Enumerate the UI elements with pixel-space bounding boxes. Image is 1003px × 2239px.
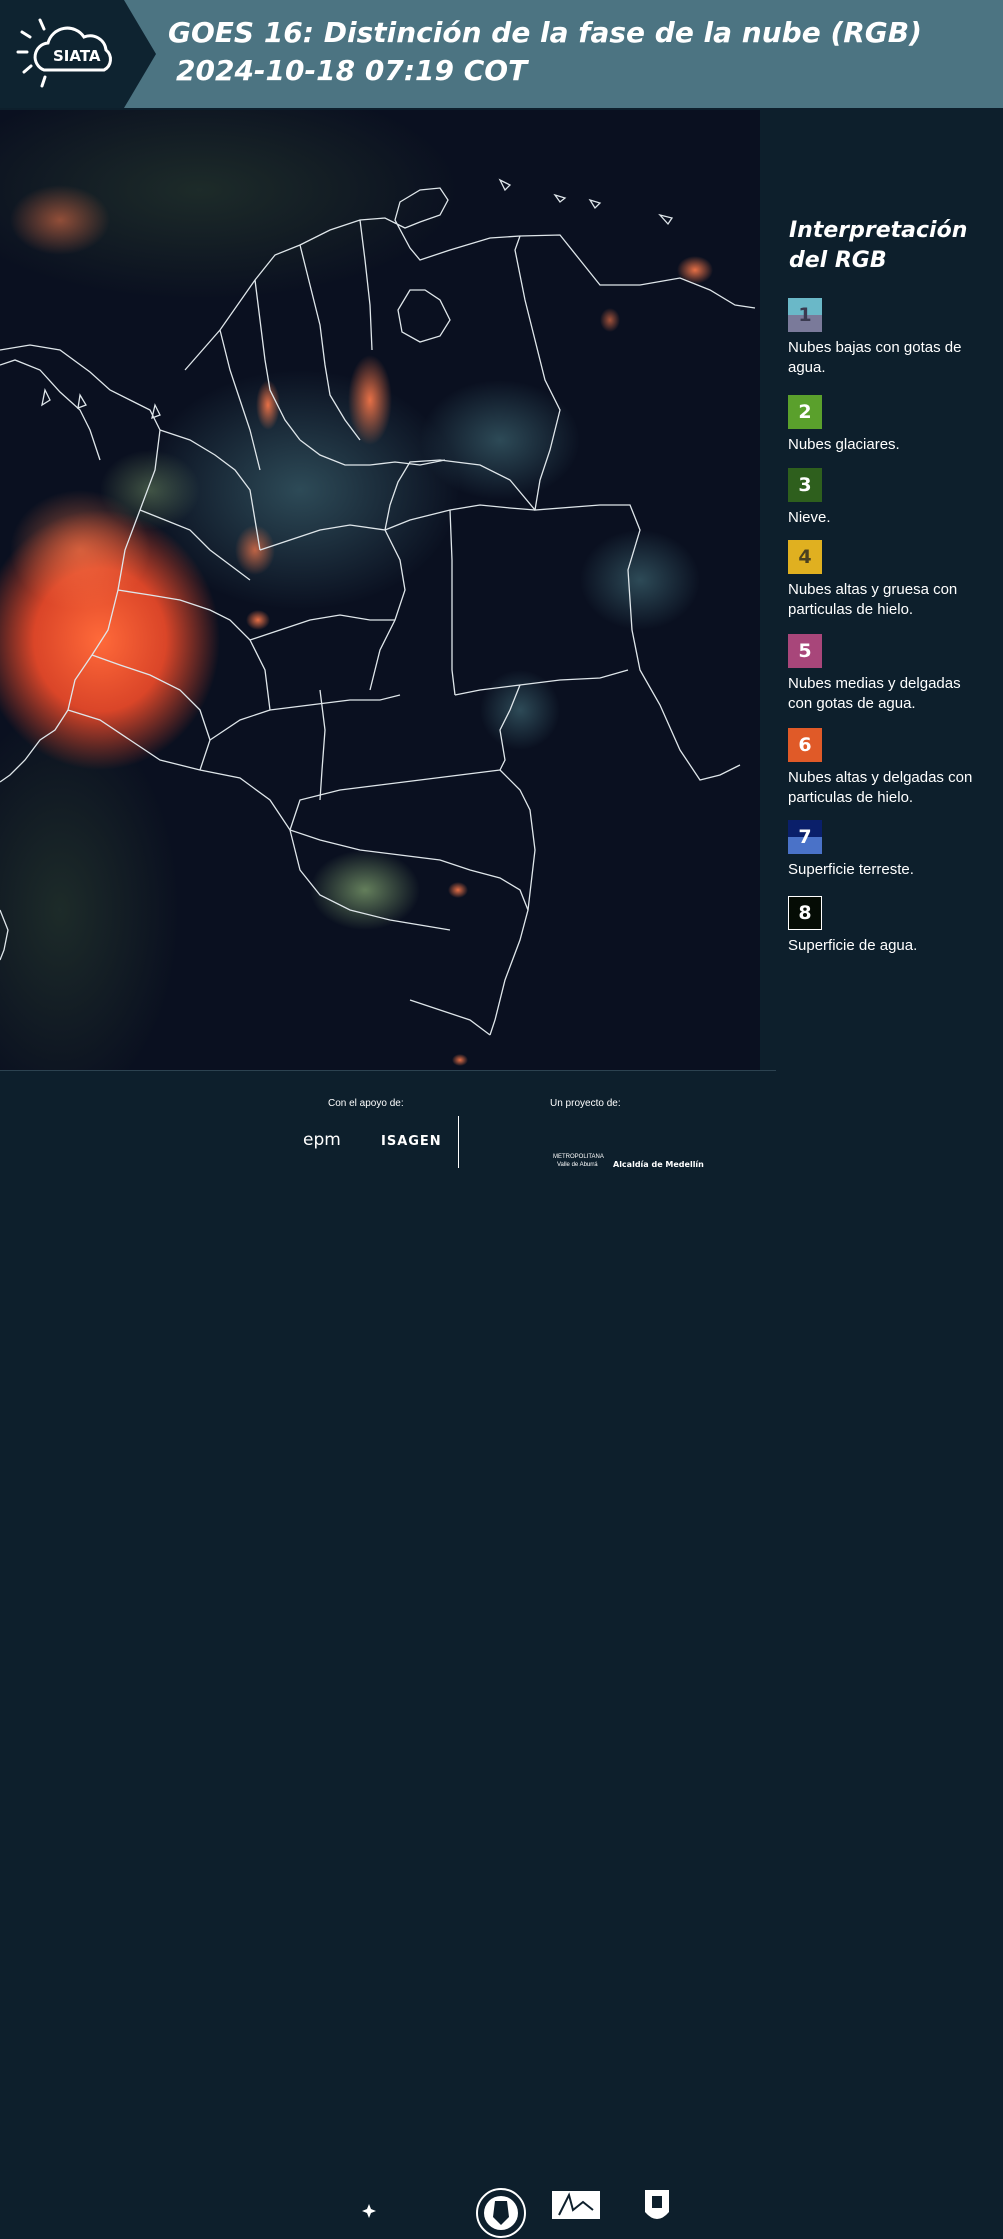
legend-swatch-8: 8	[788, 896, 822, 930]
legend-label: Nubes glaciares.	[788, 436, 900, 453]
legend-item-1: 1 Nubes bajas con gotas de agua.	[788, 298, 988, 378]
area-metropolitana-icon	[552, 2191, 600, 2219]
legend-number: 3	[798, 474, 812, 496]
legend-item-7: 7 Superficie terreste.	[788, 820, 988, 880]
map-canvas	[0, 110, 760, 1070]
footer-separator	[458, 1116, 459, 1168]
footer-divider	[0, 1070, 776, 1071]
legend-swatch-6: 6	[788, 728, 822, 762]
alcaldia-label: Alcaldía de Medellín	[613, 1160, 704, 1169]
legend-item-8: 8 Superficie de agua.	[788, 896, 988, 956]
legend-item-5: 5 Nubes medias y delgadas con gotas de a…	[788, 634, 988, 714]
title-line-1: GOES 16: Distinción de la fase de la nub…	[168, 16, 922, 49]
project-label: Un proyecto de:	[550, 1098, 621, 1109]
title-line-2: 2024-10-18 07:19 COT	[176, 54, 528, 87]
satellite-map	[0, 110, 760, 1070]
legend-swatch-4: 4	[788, 540, 822, 574]
legend-title: Interpretación del RGB	[789, 218, 968, 273]
area-metropolitana-label: METROPOLITANA	[553, 1154, 604, 1160]
legend-number: 6	[798, 734, 812, 756]
legend-item-2: 2 Nubes glaciares.	[788, 395, 988, 455]
support-label: Con el apoyo de:	[328, 1098, 404, 1109]
valle-aburra-label: Valle de Aburrá	[557, 1162, 598, 1168]
footer: Con el apoyo de: Un proyecto de: epm ISA…	[0, 1070, 1003, 2238]
legend-item-6: 6 Nubes altas y delgadas con particulas …	[788, 728, 988, 808]
legend-number: 7	[798, 826, 812, 848]
legend-number: 1	[798, 304, 812, 326]
legend-swatch-3: 3	[788, 468, 822, 502]
isagen-logo: ISAGEN	[381, 1134, 442, 1149]
legend-number: 4	[798, 546, 812, 568]
legend-label: Nieve.	[788, 509, 831, 526]
legend-label: Superficie terreste.	[788, 861, 914, 878]
legend-swatch-1: 1	[788, 298, 822, 332]
legend-item-3: 3 Nieve.	[788, 468, 988, 528]
legend-number: 5	[798, 640, 812, 662]
legend-panel: Interpretación del RGB 1 Nubes bajas con…	[762, 110, 1003, 1070]
legend-label: Nubes altas y delgadas con particulas de…	[788, 769, 973, 806]
legend-label: Nubes medias y delgadas con gotas de agu…	[788, 675, 961, 712]
legend-swatch-2: 2	[788, 395, 822, 429]
page-title: GOES 16: Distinción de la fase de la nub…	[168, 14, 922, 90]
siata-logo-text: SIATA	[53, 47, 101, 65]
epm-logo: epm	[303, 1130, 341, 1150]
legend-number: 2	[798, 401, 812, 423]
seal-icon	[476, 2188, 526, 2238]
legend-label: Nubes altas y gruesa con particulas de h…	[788, 581, 958, 618]
legend-label: Superficie de agua.	[788, 937, 918, 954]
legend-swatch-5: 5	[788, 634, 822, 668]
header: SIATA GOES 16: Distinción de la fase de …	[0, 0, 1003, 108]
alcaldia-shield-icon	[645, 2190, 669, 2219]
legend-label: Nubes bajas con gotas de agua.	[788, 339, 962, 376]
isagen-icon	[362, 2204, 376, 2218]
legend-swatch-7: 7	[788, 820, 822, 854]
legend-item-4: 4 Nubes altas y gruesa con particulas de…	[788, 540, 988, 620]
legend-number: 8	[798, 902, 812, 924]
